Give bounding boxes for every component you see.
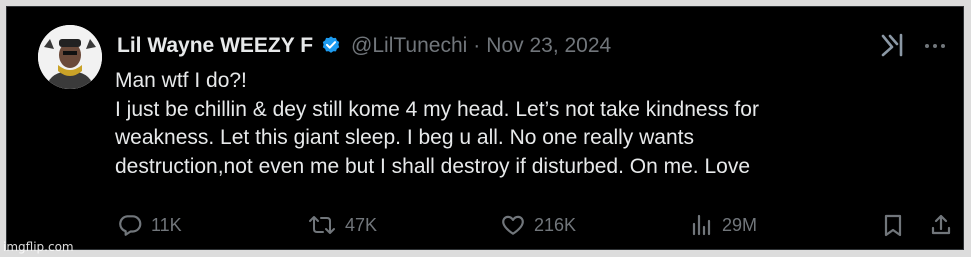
- repost-icon: [309, 216, 335, 234]
- tweet-text-line: Man wtf I do?!: [115, 69, 247, 92]
- tweet-date[interactable]: Nov 23, 2024: [486, 33, 611, 59]
- grok-icon[interactable]: [880, 32, 906, 58]
- tweet-text-line: I just be chillin & dey still kome 4 my …: [115, 97, 759, 121]
- author-name[interactable]: Lil Wayne WEEZY F: [117, 33, 313, 59]
- share-button[interactable]: [929, 212, 961, 238]
- repost-count: 47K: [345, 215, 378, 235]
- action-bar: 11K 47K 216K 29M: [117, 212, 957, 242]
- avatar[interactable]: [38, 25, 102, 89]
- tweet-header: Lil Wayne WEEZY F @LilTunechi · Nov 23, …: [117, 33, 611, 59]
- tweet-text-line: weakness. Let this giant sleep. I beg u …: [115, 126, 694, 149]
- heart-icon: [502, 215, 524, 235]
- tweet-text: Man wtf I do?! I just be chillin & dey s…: [115, 67, 935, 181]
- tweet-text-line: destruction,not even me but I shall dest…: [115, 154, 751, 178]
- bookmark-icon: [884, 214, 902, 237]
- reply-count: 11K: [151, 215, 182, 235]
- like-button[interactable]: 216K: [500, 212, 576, 238]
- more-icon[interactable]: [923, 37, 947, 55]
- watermark: imgflip.com: [3, 240, 74, 254]
- verified-badge-icon[interactable]: [320, 35, 342, 57]
- views-button[interactable]: 29M: [690, 212, 757, 238]
- reply-icon: [119, 215, 142, 236]
- like-count: 216K: [534, 215, 577, 235]
- bookmark-button[interactable]: [881, 212, 913, 238]
- tweet-card: Lil Wayne WEEZY F @LilTunechi · Nov 23, …: [6, 6, 964, 250]
- author-handle[interactable]: @LilTunechi: [351, 33, 467, 59]
- repost-button[interactable]: 47K: [307, 212, 377, 238]
- reply-button[interactable]: 11K: [117, 212, 182, 238]
- share-icon: [931, 214, 951, 235]
- views-icon: [692, 214, 711, 236]
- views-count: 29M: [722, 215, 758, 235]
- header-separator: ·: [473, 34, 481, 57]
